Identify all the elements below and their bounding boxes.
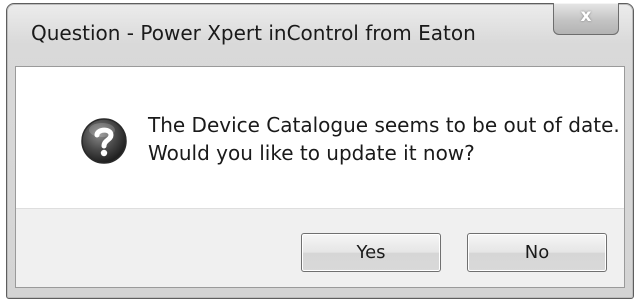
no-button[interactable]: No: [467, 233, 607, 272]
message-line-2: Would you like to update it now?: [148, 141, 475, 165]
title-bar[interactable]: Question - Power Xpert inControl from Ea…: [7, 3, 633, 66]
dialog-message: The Device Catalogue seems to be out of …: [148, 111, 620, 167]
close-button[interactable]: x: [553, 3, 619, 35]
window-title: Question - Power Xpert inControl from Ea…: [31, 21, 476, 45]
button-bar: Yes No: [16, 208, 624, 287]
question-icon: [81, 118, 127, 164]
close-icon: x: [580, 6, 592, 26]
yes-button[interactable]: Yes: [301, 233, 441, 272]
message-line-1: The Device Catalogue seems to be out of …: [148, 113, 620, 137]
dialog-content: The Device Catalogue seems to be out of …: [15, 66, 625, 288]
question-dialog: Question - Power Xpert inControl from Ea…: [6, 3, 634, 299]
